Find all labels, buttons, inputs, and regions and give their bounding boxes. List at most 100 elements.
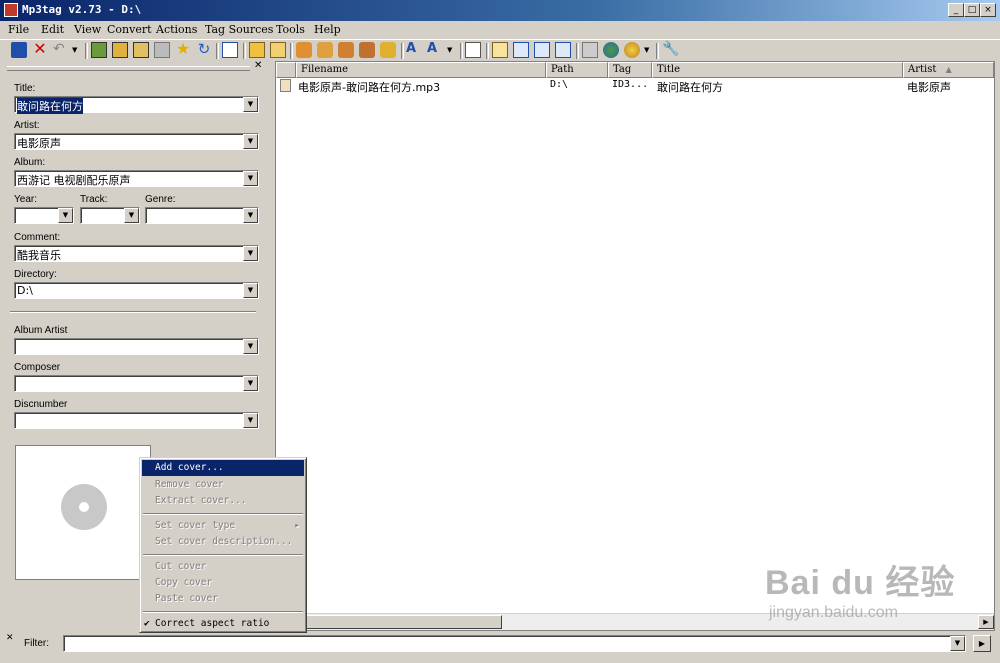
menu-edit[interactable]: Edit <box>41 23 64 36</box>
column-header-filename[interactable]: Filename <box>296 62 546 78</box>
column-header-tag[interactable]: Tag <box>608 62 652 78</box>
app-icon <box>4 3 18 17</box>
title-bar[interactable]: Mp3tag v2.73 - D:\ _ □ × <box>0 0 1000 21</box>
row-path: D:\ <box>550 79 569 90</box>
tag-sources-dropdown-icon[interactable]: ▼ <box>644 42 654 58</box>
artist-header-label: Artist <box>908 64 937 75</box>
column-header-path[interactable]: Path <box>546 62 608 78</box>
menu-file[interactable]: File <box>8 23 29 36</box>
composer-field[interactable]: ▼ <box>14 375 259 392</box>
options-wrench-icon[interactable]: 🔧 <box>662 42 679 58</box>
reload-folder-icon[interactable] <box>154 42 170 58</box>
menu-tag-sources[interactable]: Tag Sources <box>205 23 273 36</box>
directory-dropdown-icon[interactable]: ▼ <box>243 283 258 298</box>
tag-v2-icon[interactable] <box>534 42 550 58</box>
text-file-icon[interactable] <box>222 42 238 58</box>
artist-dropdown-icon[interactable]: ▼ <box>243 134 258 149</box>
toolbar-separator <box>486 43 489 59</box>
freedb-icon[interactable] <box>582 42 598 58</box>
column-header-icon[interactable] <box>276 62 296 78</box>
filename-tag-icon[interactable] <box>317 42 333 58</box>
playlist-icon[interactable] <box>492 42 508 58</box>
artist-field[interactable]: 电影原声 ▼ <box>14 133 259 150</box>
menu-item-set-cover-description[interactable]: Set cover description... <box>142 534 304 550</box>
export-icon[interactable] <box>465 42 481 58</box>
panel-grip[interactable] <box>7 66 250 71</box>
track-dropdown-icon[interactable]: ▼ <box>124 208 139 223</box>
autonumber-icon[interactable] <box>380 42 396 58</box>
remove-tag-icon[interactable]: ✕ <box>32 41 48 58</box>
refresh-icon[interactable]: ↻ <box>196 42 212 58</box>
menu-item-set-cover-type[interactable]: Set cover type ▸ <box>142 518 304 534</box>
actions-dropdown-icon[interactable]: ▼ <box>447 42 457 58</box>
watermark-brand: Bai du 经验 <box>765 564 956 602</box>
cover-context-menu: Add cover... Remove cover Extract cover.… <box>139 457 307 633</box>
menu-item-remove-cover[interactable]: Remove cover <box>142 477 304 493</box>
change-directory-icon[interactable] <box>91 42 107 58</box>
tag-filename-icon[interactable] <box>296 42 312 58</box>
composer-dropdown-icon[interactable]: ▼ <box>243 376 258 391</box>
text-file-tag-icon[interactable] <box>338 42 354 58</box>
toolbar: ✕ ↶ ▼ ★ ↻ A A ▼ ▼ 🔧 <box>0 39 1000 62</box>
menu-item-cut-cover[interactable]: Cut cover <box>142 559 304 575</box>
menu-item-add-cover[interactable]: Add cover... <box>142 460 304 476</box>
comment-field[interactable]: 酷我音乐 ▼ <box>14 245 259 262</box>
mp3-file-icon <box>280 79 291 92</box>
menu-item-correct-aspect-ratio[interactable]: ✔ Correct aspect ratio <box>142 616 304 632</box>
menu-actions[interactable]: Actions <box>156 23 197 36</box>
menu-help[interactable]: Help <box>314 23 341 36</box>
column-header-artist[interactable]: Artist ▲ <box>903 62 994 78</box>
discnumber-field[interactable]: ▼ <box>14 412 259 429</box>
save-icon[interactable] <box>11 42 27 58</box>
toolbar-separator <box>85 43 88 59</box>
close-panel-icon[interactable]: ✕ <box>254 60 262 71</box>
add-directory-icon[interactable] <box>112 42 128 58</box>
web-sources-icon[interactable] <box>603 42 619 58</box>
title-field[interactable]: 敢问路在何方 ▼ <box>14 96 259 114</box>
comment-dropdown-icon[interactable]: ▼ <box>243 246 258 261</box>
track-field[interactable]: ▼ <box>80 207 140 224</box>
discnumber-dropdown-icon[interactable]: ▼ <box>243 413 258 428</box>
tag-sources-icon[interactable] <box>624 42 640 58</box>
cover-art-box[interactable] <box>15 445 151 580</box>
table-row[interactable]: 电影原声-敢问路在何方.mp3 D:\ ID3... 敢问路在何方 电影原声 <box>276 78 994 94</box>
star-icon[interactable]: ★ <box>175 41 191 58</box>
year-field[interactable]: ▼ <box>14 207 74 224</box>
column-header-title[interactable]: Title <box>652 62 903 78</box>
genre-dropdown-icon[interactable]: ▼ <box>243 208 258 223</box>
menu-view[interactable]: View <box>74 23 101 36</box>
title-dropdown-icon[interactable]: ▼ <box>243 97 258 112</box>
minimize-button[interactable]: _ <box>948 3 964 17</box>
tag-tag-icon[interactable] <box>359 42 375 58</box>
menu-item-extract-cover[interactable]: Extract cover... <box>142 493 304 509</box>
album-dropdown-icon[interactable]: ▼ <box>243 171 258 186</box>
comment-label: Comment: <box>14 232 61 243</box>
year-dropdown-icon[interactable]: ▼ <box>58 208 73 223</box>
tag-v1-icon[interactable] <box>513 42 529 58</box>
panel-divider <box>10 311 256 313</box>
close-filter-icon[interactable]: ✕ <box>6 633 14 643</box>
maximize-button[interactable]: □ <box>964 3 980 17</box>
scrollbar-thumb[interactable] <box>286 615 502 629</box>
folder-open-icon[interactable] <box>249 42 265 58</box>
album-artist-field[interactable]: ▼ <box>14 338 259 355</box>
directory-field[interactable]: D:\ ▼ <box>14 282 259 299</box>
file-list[interactable]: Filename Path Tag Title Artist ▲ 电影原声-敢问… <box>275 61 995 631</box>
menu-convert[interactable]: Convert <box>107 23 152 36</box>
actions-icon[interactable]: A <box>427 42 443 58</box>
menu-item-paste-cover[interactable]: Paste cover <box>142 591 304 607</box>
album-artist-dropdown-icon[interactable]: ▼ <box>243 339 258 354</box>
menu-tools[interactable]: Tools <box>276 23 305 36</box>
close-window-button[interactable]: × <box>980 3 996 17</box>
favorite-folder-icon[interactable] <box>133 42 149 58</box>
undo-icon[interactable]: ↶ <box>53 42 69 58</box>
genre-field[interactable]: ▼ <box>145 207 259 224</box>
folder-icon[interactable] <box>270 42 286 58</box>
comment-value: 酷我音乐 <box>17 249 61 262</box>
album-field[interactable]: 西游记 电视剧配乐原声 ▼ <box>14 170 259 187</box>
menu-separator <box>143 554 303 556</box>
tag-v1-v2-icon[interactable] <box>555 42 571 58</box>
case-conversion-icon[interactable]: A <box>406 42 422 58</box>
menu-item-copy-cover[interactable]: Copy cover <box>142 575 304 591</box>
undo-dropdown-icon[interactable]: ▼ <box>72 42 82 58</box>
